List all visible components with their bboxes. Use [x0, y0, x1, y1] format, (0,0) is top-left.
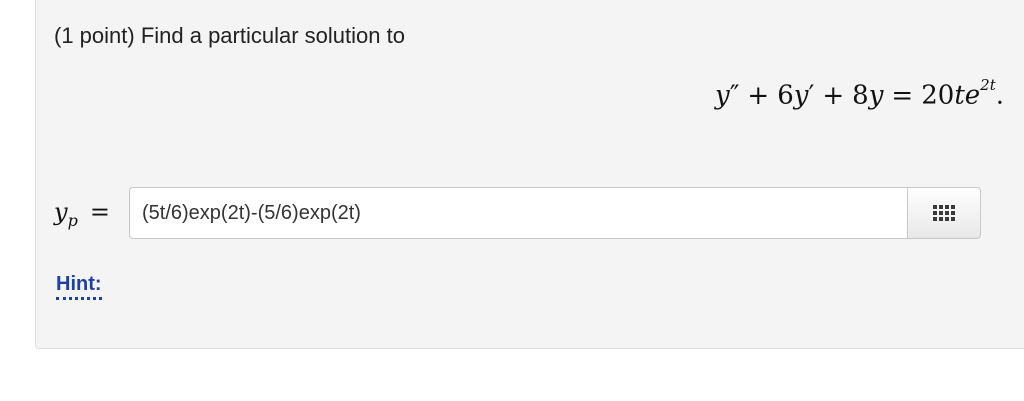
differential-equation: y″ +6y′ +8y = 20te2t. — [715, 76, 1004, 111]
hint-link[interactable]: Hint: — [56, 273, 102, 300]
problem-statement: (1 point) Find a particular solution to — [54, 23, 405, 48]
eq-coef-8: 8 — [852, 80, 869, 111]
eq-t: t — [954, 80, 965, 111]
eq-y: y — [715, 80, 730, 111]
matrix-entry-button[interactable] — [907, 187, 981, 239]
eq-exponent: 2t — [980, 76, 996, 94]
problem-card: (1 point) Find a particular solution to … — [35, 0, 1024, 349]
answer-input[interactable] — [129, 187, 907, 239]
answer-label-sub: p — [67, 210, 78, 230]
eq-period: . — [995, 80, 1004, 111]
eq-coef-6: 6 — [777, 80, 794, 111]
eq-e: e — [964, 80, 981, 111]
answer-label-var: y — [54, 198, 68, 226]
eq-plus: + — [822, 80, 845, 111]
eq-y: y — [868, 80, 884, 111]
answer-label-equals: = — [89, 198, 110, 226]
eq-double-prime: ″ — [729, 80, 740, 111]
answer-row: yp = — [54, 187, 1014, 241]
grid-icon — [933, 205, 955, 221]
eq-plus: + — [747, 80, 770, 111]
eq-coef-20: 20 — [921, 80, 955, 111]
eq-y: y — [793, 80, 809, 111]
answer-label: yp = — [54, 198, 110, 230]
eq-equals: = — [891, 80, 914, 111]
